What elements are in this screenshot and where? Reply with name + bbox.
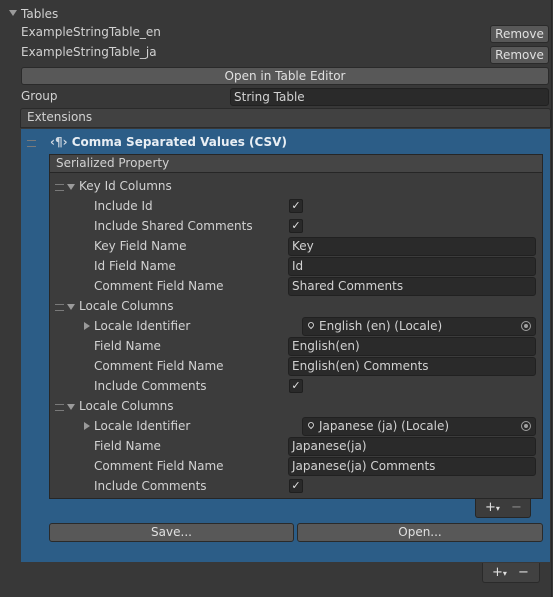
locale-identifier-foldout-icon[interactable] <box>84 322 90 330</box>
open-button[interactable]: Open... <box>297 523 543 542</box>
remove-extension-icon[interactable]: − <box>518 565 529 581</box>
comment-field-name-input[interactable]: Shared Comments <box>288 277 536 296</box>
add-element-icon[interactable]: +▾ <box>485 500 500 517</box>
locale-identifier-field[interactable]: Japanese (ja) (Locale) <box>302 417 536 436</box>
key-id-columns-label[interactable]: Key Id Columns <box>79 178 172 194</box>
include-id-checkbox[interactable]: ✓ <box>289 199 303 213</box>
table-item-ja[interactable]: ExampleStringTable_ja <box>21 44 157 60</box>
open-in-table-editor-button[interactable]: Open in Table Editor <box>21 67 549 85</box>
drag-handle-icon[interactable] <box>55 404 64 411</box>
remove-button-en[interactable]: Remove <box>490 25 549 43</box>
field-name-input[interactable]: Japanese(ja) <box>288 437 536 456</box>
comment-field-name-label: Comment Field Name <box>94 279 224 293</box>
locale-columns-label[interactable]: Locale Columns <box>79 398 174 414</box>
comment-field-name-input[interactable]: Japanese(ja) Comments <box>288 457 536 476</box>
field-name-input[interactable]: English(en) <box>288 337 536 356</box>
drag-handle-icon[interactable] <box>55 304 64 311</box>
locale-identifier-label: Locale Identifier <box>94 319 191 333</box>
id-field-name-input[interactable]: Id <box>288 257 536 276</box>
checkmark-icon: ✓ <box>291 219 301 232</box>
locale-columns-foldout-icon[interactable] <box>67 304 75 310</box>
window-border <box>551 0 552 597</box>
object-picker-icon[interactable] <box>521 321 531 331</box>
locale-identifier-field[interactable]: English (en) (Locale) <box>302 317 536 336</box>
checkmark-icon: ✓ <box>291 379 301 392</box>
group-field[interactable]: String Table <box>230 88 549 106</box>
comment-field-name-label: Comment Field Name <box>94 459 224 473</box>
remove-element-icon[interactable]: − <box>511 500 522 516</box>
checkmark-icon: ✓ <box>291 479 301 492</box>
comment-field-name-input[interactable]: English(en) Comments <box>288 357 536 376</box>
group-label: Group <box>21 89 58 103</box>
locale-identifier-label: Locale Identifier <box>94 419 191 433</box>
key-field-name-label: Key Field Name <box>94 239 187 253</box>
locale-columns-foldout-icon[interactable] <box>67 404 75 410</box>
include-id-label: Include Id <box>94 199 153 213</box>
include-comments-checkbox[interactable]: ✓ <box>289 479 303 493</box>
checkmark-icon: ✓ <box>291 199 301 212</box>
table-item-en[interactable]: ExampleStringTable_en <box>21 24 161 40</box>
field-name-label: Field Name <box>94 439 161 453</box>
csv-brackets-icon: ‹¶› <box>50 135 68 149</box>
extensions-list-footer <box>482 563 540 583</box>
locale-identifier-foldout-icon[interactable] <box>84 422 90 430</box>
include-comments-checkbox[interactable]: ✓ <box>289 379 303 393</box>
object-picker-icon[interactable] <box>521 421 531 431</box>
include-shared-comments-checkbox[interactable]: ✓ <box>289 219 303 233</box>
comment-field-name-label: Comment Field Name <box>94 359 224 373</box>
add-extension-icon[interactable]: +▾ <box>492 565 507 582</box>
extensions-header-bar <box>20 108 551 128</box>
drag-handle-icon[interactable] <box>55 184 64 191</box>
include-comments-label: Include Comments <box>94 479 207 493</box>
extensions-header: Extensions <box>27 110 93 124</box>
include-shared-comments-label: Include Shared Comments <box>94 219 253 233</box>
key-id-columns-foldout-icon[interactable] <box>67 184 75 190</box>
csv-header: ‹¶› Comma Separated Values (CSV) <box>50 135 287 149</box>
include-comments-label: Include Comments <box>94 379 207 393</box>
serialized-property-label: Serialized Property <box>56 156 170 170</box>
id-field-name-label: Id Field Name <box>94 259 176 273</box>
locale-columns-label[interactable]: Locale Columns <box>79 298 174 314</box>
key-field-name-input[interactable]: Key <box>288 237 536 256</box>
save-button[interactable]: Save... <box>49 523 294 542</box>
field-name-label: Field Name <box>94 339 161 353</box>
tables-foldout-arrow-icon[interactable] <box>9 10 17 16</box>
remove-button-ja[interactable]: Remove <box>490 46 549 64</box>
drag-handle-icon[interactable] <box>27 140 36 147</box>
tables-header[interactable]: Tables <box>21 6 58 22</box>
inner-list-footer <box>475 499 531 518</box>
